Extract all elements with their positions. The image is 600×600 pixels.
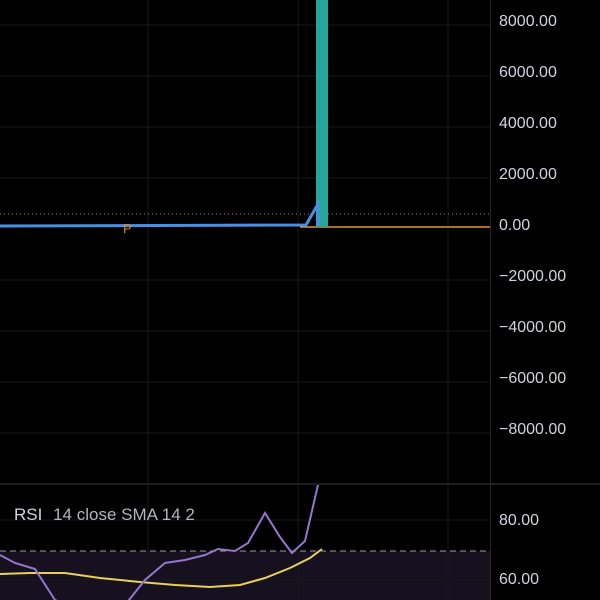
price-chart-pane[interactable]: P (0, 0, 490, 483)
rsi-pane[interactable]: RSI 14 close SMA 14 2 (0, 485, 490, 600)
rsi-axis-label: 80.00 (499, 512, 540, 529)
price-axis-label: −2000.00 (499, 268, 567, 285)
price-marker-label: P (123, 221, 132, 236)
price-axis-label: −4000.00 (499, 319, 567, 336)
rsi-band (0, 551, 490, 600)
price-axis-label: −6000.00 (499, 370, 567, 387)
price-grid (0, 0, 490, 483)
price-axis-label: 6000.00 (499, 64, 557, 81)
price-axis-label: 0.00 (499, 217, 531, 234)
volume-spike-bar[interactable] (316, 0, 328, 227)
rsi-legend-params: 14 close SMA 14 2 (53, 505, 195, 524)
price-axis-label: 8000.00 (499, 13, 557, 30)
price-axis-label: 2000.00 (499, 166, 557, 183)
price-axis-label: −8000.00 (499, 421, 567, 438)
rsi-legend-name: RSI (14, 505, 43, 524)
rsi-axis-label: 60.00 (499, 571, 540, 588)
price-axis-label: 4000.00 (499, 115, 557, 132)
price-line[interactable] (0, 198, 320, 228)
rsi-chart-canvas[interactable] (0, 485, 490, 600)
price-chart-canvas[interactable]: P (0, 0, 490, 483)
trading-chart[interactable]: P 8000.00 6000.00 4000.00 2000.00 0.00 −… (0, 0, 600, 600)
rsi-legend[interactable]: RSI 14 close SMA 14 2 (14, 505, 195, 525)
rsi-axis[interactable]: 80.00 60.00 (490, 485, 600, 600)
price-axis[interactable]: 8000.00 6000.00 4000.00 2000.00 0.00 −20… (490, 0, 600, 483)
